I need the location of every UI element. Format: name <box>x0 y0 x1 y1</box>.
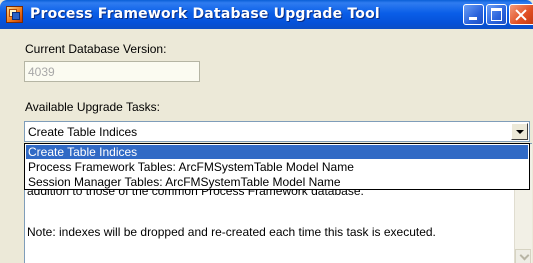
app-icon[interactable] <box>6 6 23 23</box>
dropdown-arrow-button[interactable] <box>511 123 528 140</box>
window-title: Process Framework Database Upgrade Tool <box>30 6 380 22</box>
combobox-selected-value: Create Table Indices <box>28 125 138 139</box>
upgrade-tasks-label: Available Upgrade Tasks: <box>25 100 160 114</box>
maximize-button[interactable] <box>486 4 507 25</box>
dropdown-option-session-manager-tables[interactable]: Session Manager Tables: ArcFMSystemTable… <box>26 175 528 189</box>
close-button[interactable] <box>509 4 533 25</box>
scroll-down-icon[interactable] <box>515 249 531 263</box>
current-version-field: 4039 <box>24 61 200 82</box>
description-line: Note: indexes will be dropped and re-cre… <box>27 225 436 239</box>
upgrade-tasks-combobox[interactable]: Create Table Indices <box>24 121 530 142</box>
minimize-button[interactable] <box>463 4 484 25</box>
current-version-label: Current Database Version: <box>25 42 167 56</box>
title-bar[interactable]: Process Framework Database Upgrade Tool <box>0 0 533 29</box>
dropdown-option-create-table-indices[interactable]: Create Table Indices <box>26 145 528 159</box>
dropdown-option-process-framework-tables[interactable]: Process Framework Tables: ArcFMSystemTab… <box>26 160 528 174</box>
upgrade-tasks-dropdown-list[interactable]: Create Table Indices Process Framework T… <box>24 143 530 190</box>
upgrade-tool-window: Process Framework Database Upgrade Tool … <box>0 0 533 263</box>
